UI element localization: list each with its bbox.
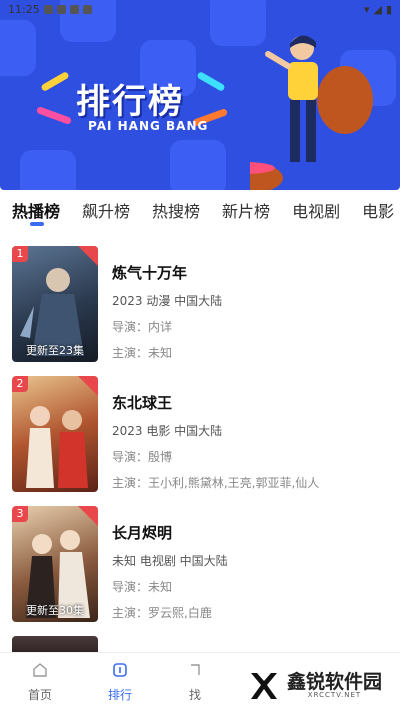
item-title[interactable]: 炼气十万年 <box>112 262 382 283</box>
banner-subtitle: PAI HANG BANG <box>88 119 209 133</box>
tab-rising[interactable]: 飙升榜 <box>82 198 130 222</box>
poster-image[interactable]: 3 更新至30集 <box>12 506 98 622</box>
banner-title: 排行榜 <box>76 82 184 122</box>
tab-movie[interactable]: 电影 <box>362 198 394 222</box>
banner-bg-tile <box>170 140 226 190</box>
battery-icon: ▮ <box>385 2 392 16</box>
tab-tv-series[interactable]: 电视剧 <box>292 198 340 222</box>
item-meta: 2023 动漫 中国大陆 <box>112 294 223 308</box>
signal-icon: ◢ <box>373 2 382 16</box>
item-meta: 2023 电影 中国大陆 <box>112 424 223 438</box>
nav-home[interactable]: 首页 <box>15 661 65 703</box>
corner-tag <box>78 506 98 526</box>
decor-ribbon <box>35 106 73 125</box>
notification-icon <box>82 4 92 14</box>
decor-ribbon <box>196 70 226 93</box>
banner-bg-tile <box>0 20 36 76</box>
item-cast: 主演：王小利,熊黛林,王亮,郭亚菲,仙人 <box>112 476 320 490</box>
item-director: 导演：未知 <box>112 580 173 594</box>
item-meta: 未知 电视剧 中国大陆 <box>112 554 228 568</box>
poster-image[interactable]: 1 更新至23集 <box>12 246 98 362</box>
item-cast: 主演：未知 <box>112 346 173 360</box>
episode-update: 更新至23集 <box>26 344 84 357</box>
status-bar: 11:25 ▾ ◢ ▮ <box>0 0 400 18</box>
item-title[interactable]: 东北球王 <box>112 392 382 413</box>
banner-bg-tile <box>20 150 76 190</box>
notification-icon <box>43 4 53 14</box>
item-director: 导演：殷博 <box>112 450 173 464</box>
ranking-banner[interactable]: 排行榜 PAI HANG BANG <box>0 0 400 190</box>
watermark-logo <box>250 673 277 699</box>
list-item[interactable]: 1 更新至23集 炼气十万年 2023 动漫 中国大陆 导演：内详 主演：未知 <box>12 246 388 362</box>
bottom-navigation: 首页 排行 找 鑫锐软件园 XRCCTV.NET <box>0 652 400 711</box>
rank-badge: 3 <box>12 506 28 522</box>
item-title[interactable]: 长月烬明 <box>112 522 382 543</box>
status-time: 11:25 <box>8 2 40 16</box>
nav-find-label: 找 <box>188 688 201 702</box>
episode-update: 更新至30集 <box>26 604 84 617</box>
nav-home-label: 首页 <box>27 688 52 702</box>
notification-icon <box>69 4 79 14</box>
ranking-tabs: 热播榜 飙升榜 热搜榜 新片榜 电视剧 电影 <box>12 198 394 222</box>
notification-icon <box>56 4 66 14</box>
corner-tag <box>78 246 98 266</box>
home-icon <box>33 663 47 677</box>
decor-ribbon <box>40 70 70 93</box>
active-tab-indicator <box>30 222 44 226</box>
nav-find[interactable]: 找 <box>170 661 220 703</box>
item-cast: 主演：罗云熙,白鹿 <box>112 606 212 620</box>
nav-ranking-label: 排行 <box>107 688 132 702</box>
watermark-name: 鑫锐软件园 <box>286 671 382 693</box>
mascot-illustration <box>250 35 373 190</box>
corner-tag <box>78 376 98 396</box>
tab-hot-play[interactable]: 热播榜 <box>12 198 60 222</box>
watermark: 鑫锐软件园 XRCCTV.NET <box>247 669 382 703</box>
wifi-icon: ▾ <box>363 2 370 16</box>
poster-image[interactable]: 2 <box>12 376 98 492</box>
list-item[interactable]: 3 更新至30集 长月烬明 未知 电视剧 中国大陆 导演：未知 主演：罗云熙,白… <box>12 506 388 622</box>
nav-ranking[interactable]: 排行 <box>95 661 145 703</box>
tab-new[interactable]: 新片榜 <box>222 198 270 222</box>
ranking-icon <box>113 663 127 677</box>
item-director: 导演：内详 <box>112 320 173 334</box>
list-item[interactable]: 2 东北球王 2023 电影 中国大陆 导演：殷博 主演：王小利,熊黛林,王亮,… <box>12 376 388 492</box>
rank-badge: 1 <box>12 246 28 262</box>
find-icon <box>191 664 200 675</box>
tab-hot-search[interactable]: 热搜榜 <box>152 198 200 222</box>
rank-badge: 2 <box>12 376 28 392</box>
